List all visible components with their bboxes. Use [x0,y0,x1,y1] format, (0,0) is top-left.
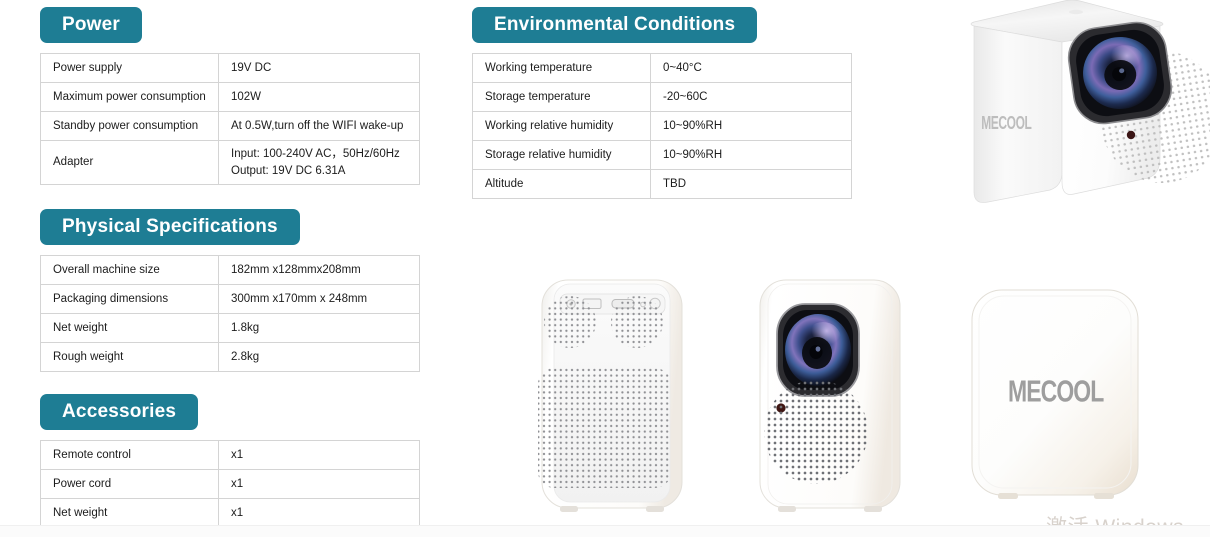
table-row: Altitude TBD [472,169,852,199]
cell-value: 0~40°C [650,53,852,83]
cell-value: At 0.5W,turn off the WIFI wake-up [218,111,420,141]
section-header-accessories: Accessories [40,394,199,430]
adapter-input-line: Input: 100-240V AC，50Hz/60Hz [231,147,400,160]
table-row: Remote control x1 [40,440,420,470]
spec-sheet-page: Power Power supply 19V DC Maximum power … [0,0,1210,537]
section-title-environmental: Environmental Conditions [494,14,736,35]
cell-value: 1.8kg [218,313,420,343]
cell-value: 2.8kg [218,342,420,372]
product-image-front-lens [748,272,938,530]
cell-key: Power cord [40,469,219,499]
table-row: Overall machine size 182mm x128mmx208mm [40,255,420,285]
cell-key: Net weight [40,498,219,528]
table-row: Packaging dimensions 300mm x170mm x 248m… [40,284,420,314]
table-power: Power supply 19V DC Maximum power consum… [40,53,420,185]
cell-key: Net weight [40,313,219,343]
section-header-physical: Physical Specifications [40,209,300,245]
table-row: Storage relative humidity 10~90%RH [472,140,852,170]
table-row: Net weight 1.8kg [40,313,420,343]
cell-key: Storage temperature [472,82,651,112]
brand-logo-side: MECOOL [1008,374,1104,408]
table-row: Power cord x1 [40,469,420,499]
cell-key: Standby power consumption [40,111,219,141]
table-row: Maximum power consumption 102W [40,82,420,112]
cell-key: Power supply [40,53,219,83]
rear-projector-illustration [538,279,683,512]
cell-key: Maximum power consumption [40,82,219,112]
adapter-output-line: Output: 19V DC 6.31A [231,164,346,177]
cell-value: x1 [218,469,420,499]
cell-key: Remote control [40,440,219,470]
product-image-side-logo: MECOOL [962,272,1162,530]
cell-value: 102W [218,82,420,112]
cell-value: 300mm x170mm x 248mm [218,284,420,314]
cell-key: Rough weight [40,342,219,372]
table-physical: Overall machine size 182mm x128mmx208mm … [40,255,420,372]
section-title-power: Power [62,14,121,35]
table-row: Storage temperature -20~60C [472,82,852,112]
table-row: Net weight x1 [40,498,420,528]
cell-value: x1 [218,440,420,470]
table-row: Power supply 19V DC [40,53,420,83]
cell-value: 19V DC [218,53,420,83]
table-environmental: Working temperature 0~40°C Storage tempe… [472,53,852,199]
cell-key: Adapter [40,140,219,185]
cell-key: Overall machine size [40,255,219,285]
table-row: Rough weight 2.8kg [40,342,420,372]
cell-value: 10~90%RH [650,140,852,170]
brand-logo-hero: MECOOL [981,114,1032,134]
table-accessories: Remote control x1 Power cord x1 Net weig… [40,440,420,528]
hero-projector-illustration: MECOOL [970,0,1210,203]
section-header-environmental: Environmental Conditions [472,7,758,43]
table-row: Working relative humidity 10~90%RH [472,111,852,141]
table-row: Working temperature 0~40°C [472,53,852,83]
section-header-power: Power [40,7,143,43]
cell-value: TBD [650,169,852,199]
section-title-physical: Physical Specifications [62,216,278,237]
cell-value: 182mm x128mmx208mm [218,255,420,285]
side-projector-illustration: MECOOL [971,289,1139,499]
cell-value: x1 [218,498,420,528]
product-image-hero-angled: MECOOL [946,0,1210,211]
front-projector-illustration [759,279,901,512]
footer-band [0,525,1210,537]
product-image-rear-ports [530,272,720,530]
table-row: Standby power consumption At 0.5W,turn o… [40,111,420,141]
cell-key: Packaging dimensions [40,284,219,314]
cell-value: Input: 100-240V AC，50Hz/60Hz Output: 19V… [218,140,420,185]
table-row: Adapter Input: 100-240V AC，50Hz/60Hz Out… [40,140,420,185]
cell-key: Working relative humidity [472,111,651,141]
cell-key: Working temperature [472,53,651,83]
cell-key: Altitude [472,169,651,199]
section-title-accessories: Accessories [62,401,177,422]
cell-value: -20~60C [650,82,852,112]
cell-value: 10~90%RH [650,111,852,141]
cell-key: Storage relative humidity [472,140,651,170]
